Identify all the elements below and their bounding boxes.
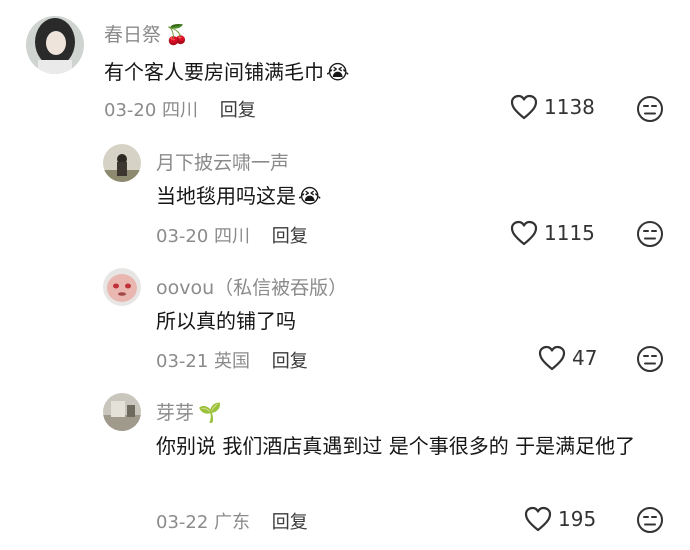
like-count: 1138 (544, 95, 595, 119)
comment-location: 广东 (214, 512, 251, 533)
reply-comment-item: 月下披云啸一声 当地毯用吗这是 😭 03-20 四川 回复 1115 (0, 140, 690, 265)
comment-text: 有个客人要房间铺满毛巾 😭 (104, 56, 349, 88)
like-button[interactable]: 47 (538, 345, 597, 371)
like-count: 195 (558, 507, 597, 531)
comment-location: 四川 (162, 100, 199, 121)
comment-username[interactable]: oovou（私信被吞版） (156, 273, 347, 300)
comment-text-body: 所以真的铺了吗 (156, 309, 296, 333)
comment-location: 四川 (214, 226, 251, 247)
meh-face-icon (637, 507, 663, 533)
heart-outline-icon (510, 94, 538, 120)
comment-text-body: 你别说 我们酒店真遇到过 是个事很多的 于是满足他了 (156, 434, 636, 458)
comment-username[interactable]: 春日祭 🍒 (104, 20, 189, 47)
dislike-button[interactable] (636, 95, 664, 123)
like-button[interactable]: 195 (524, 506, 596, 532)
heart-outline-icon (510, 220, 538, 246)
dislike-button[interactable] (636, 345, 664, 373)
reply-button[interactable]: 回复 (272, 226, 308, 247)
like-count: 1115 (544, 221, 595, 245)
comment-meta: 03-20 四川 回复 (156, 222, 308, 248)
comment-username[interactable]: 芽芽 🌱 (156, 398, 222, 425)
reply-button[interactable]: 回复 (220, 100, 256, 121)
comment-text: 所以真的铺了吗 (156, 305, 296, 337)
like-button[interactable]: 1115 (510, 220, 595, 246)
seedling-icon: 🌱 (198, 402, 222, 424)
user-avatar[interactable] (26, 16, 84, 74)
username-text: 春日祭 (104, 24, 162, 46)
username-text: 月下披云啸一声 (156, 152, 290, 174)
reply-comment-item: oovou（私信被吞版） 所以真的铺了吗 03-21 英国 回复 47 (0, 265, 690, 390)
user-avatar[interactable] (103, 393, 141, 431)
comment-text-body: 当地毯用吗这是 (156, 184, 296, 208)
comment-date: 03-20 (156, 226, 209, 247)
username-text: 芽芽 (156, 402, 195, 424)
meh-face-icon (637, 221, 663, 247)
comment-date: 03-22 (156, 512, 209, 533)
comment-date: 03-20 (104, 100, 157, 121)
reply-comment-item: 芽芽 🌱 你别说 我们酒店真遇到过 是个事很多的 于是满足他了 03-22 广东 … (0, 390, 690, 550)
comment-username[interactable]: 月下披云啸一声 (156, 148, 289, 175)
user-avatar[interactable] (103, 144, 141, 182)
like-button[interactable]: 1138 (510, 94, 595, 120)
comment-meta: 03-20 四川 回复 (104, 96, 256, 122)
meh-face-icon (637, 96, 663, 122)
comment-meta: 03-22 广东 回复 (156, 508, 308, 534)
comment-text: 你别说 我们酒店真遇到过 是个事很多的 于是满足他了 (156, 430, 671, 462)
comment-location: 英国 (214, 351, 251, 372)
comment-date: 03-21 (156, 351, 209, 372)
comment-meta: 03-21 英国 回复 (156, 347, 308, 373)
heart-outline-icon (538, 345, 566, 371)
crying-face-icon: 😭 (298, 184, 322, 208)
reply-button[interactable]: 回复 (272, 512, 308, 533)
dislike-button[interactable] (636, 506, 664, 534)
reply-button[interactable]: 回复 (272, 351, 308, 372)
crying-face-icon: 😭 (326, 60, 350, 84)
cherry-icon: 🍒 (165, 24, 189, 46)
dislike-button[interactable] (636, 220, 664, 248)
like-count: 47 (572, 346, 598, 370)
user-avatar[interactable] (103, 268, 141, 306)
comment-item: 春日祭 🍒 有个客人要房间铺满毛巾 😭 03-20 四川 回复 1138 (0, 0, 690, 140)
meh-face-icon (637, 346, 663, 372)
heart-outline-icon (524, 506, 552, 532)
comment-text-body: 有个客人要房间铺满毛巾 (104, 60, 324, 84)
comment-text: 当地毯用吗这是 😭 (156, 180, 321, 212)
username-text: oovou（私信被吞版） (156, 277, 348, 299)
